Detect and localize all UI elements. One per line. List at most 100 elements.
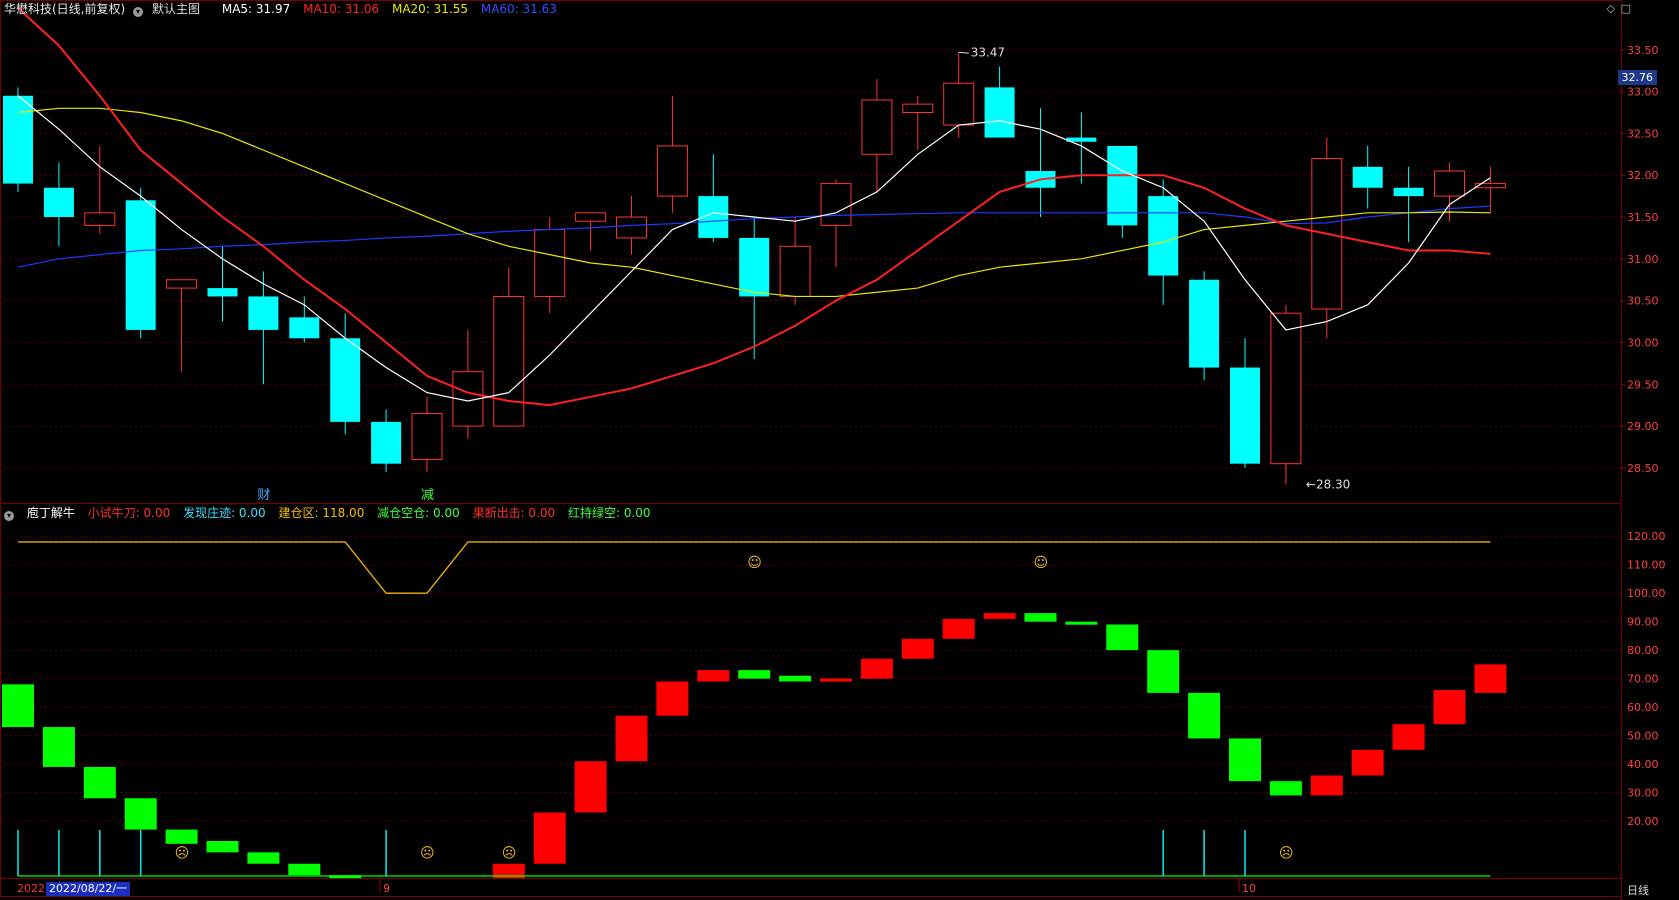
- chevron-down-icon[interactable]: ▾: [4, 511, 14, 521]
- sub-tick-label: 80.00: [1627, 644, 1659, 657]
- red-trend-block: [1310, 775, 1343, 796]
- frown-face-icon: ☹: [502, 845, 517, 861]
- candle-body-down: [207, 288, 238, 297]
- candle-body-down: [1148, 196, 1179, 276]
- green-trend-block: [2, 684, 34, 728]
- month-label: 10: [1242, 882, 1256, 895]
- sub-pane-frame: [0, 503, 1622, 897]
- green-trend-block: [83, 766, 116, 799]
- price-tick-label: 29.00: [1627, 420, 1659, 433]
- green-trend-block: [1106, 624, 1139, 651]
- ma5-value: MA5: 31.97: [221, 2, 291, 16]
- stock-chart-canvas[interactable]: 33.50 33.00 32.50 32.00 31.50 31.00 30.50 30.00…: [0, 0, 1679, 900]
- frown-face-icon: ☹: [1279, 845, 1294, 861]
- high-price-label: 33.47: [971, 45, 1005, 59]
- candle-body-down: [984, 87, 1015, 138]
- indicator-fxzj: 发现庄迹: 0.00: [183, 506, 266, 520]
- event-marker: 财: [257, 488, 270, 503]
- red-trend-block: [697, 670, 730, 682]
- candle-body-up: [861, 99, 893, 155]
- candle-body-up: [1434, 170, 1465, 197]
- indicator-name[interactable]: 庖丁解牛: [27, 506, 75, 520]
- green-trend-block: [206, 840, 239, 853]
- ma20-value: MA20: 31.55: [391, 2, 469, 16]
- sub-tick-label: 100.00: [1627, 587, 1666, 600]
- smile-face-icon: ☺: [1034, 555, 1049, 571]
- red-trend-block: [533, 812, 566, 864]
- candle-body-up: [656, 145, 688, 197]
- candle-body-down: [330, 338, 361, 422]
- green-trend-block: [738, 670, 771, 679]
- candle-body-up: [1270, 312, 1302, 465]
- candle-body-up: [493, 295, 525, 427]
- red-trend-block: [983, 613, 1016, 619]
- red-trend-block: [1392, 724, 1425, 750]
- candle-body-down: [739, 237, 770, 297]
- red-trend-block: [1433, 690, 1466, 725]
- candle-body-down: [1352, 166, 1383, 188]
- price-tick-label: 33.00: [1627, 86, 1659, 99]
- ma10-line: [17, 7, 1491, 407]
- chevron-down-icon[interactable]: ▾: [133, 7, 144, 17]
- frown-face-icon: ☹: [420, 845, 435, 861]
- frown-face-icon: ☹: [175, 845, 190, 861]
- green-trend-block: [1269, 781, 1302, 796]
- low-price-label: ←28.30: [1306, 478, 1350, 492]
- candle-body-down: [125, 200, 156, 330]
- price-tick-label: 33.50: [1627, 44, 1659, 57]
- green-trend-block: [1065, 621, 1098, 625]
- candle-body-down: [43, 187, 74, 218]
- red-trend-block: [574, 761, 607, 813]
- sub-tick-label: 60.00: [1627, 701, 1659, 714]
- candle-body-down: [248, 296, 279, 330]
- price-tick-label: 28.50: [1627, 462, 1659, 475]
- candle-body-down: [1107, 145, 1138, 226]
- main-pane-frame: [0, 0, 1622, 504]
- period-button[interactable]: 日线: [1627, 882, 1649, 898]
- candle-body-down: [3, 95, 33, 184]
- candle-body-up: [902, 103, 934, 113]
- sub-tick-label: 50.00: [1627, 730, 1659, 743]
- price-tick-label: 30.00: [1627, 336, 1659, 349]
- green-trend-block: [779, 675, 812, 682]
- sub-tick-label: 120.00: [1627, 530, 1666, 543]
- diamond-icon[interactable]: ◇: [1607, 2, 1615, 15]
- square-icon[interactable]: □: [1621, 2, 1631, 15]
- stock-title[interactable]: 华懋科技(日线,前复权): [4, 2, 125, 16]
- sub-tick-label: 110.00: [1627, 559, 1666, 572]
- candle-body-up: [820, 183, 852, 226]
- candle-body-up: [84, 212, 116, 226]
- red-trend-block: [860, 658, 893, 679]
- sub-tick-label: 20.00: [1627, 815, 1659, 828]
- green-trend-block: [1147, 650, 1180, 693]
- month-label: 9: [383, 882, 390, 895]
- red-trend-block: [942, 618, 975, 639]
- event-marker: 减: [421, 488, 434, 503]
- ma10-value: MA10: 31.06: [303, 2, 380, 16]
- year-label: 2022: [17, 882, 45, 895]
- candle-body-up: [616, 216, 647, 239]
- green-trend-block: [124, 798, 157, 830]
- red-trend-block: [1351, 749, 1384, 776]
- candle-body-up: [943, 82, 975, 126]
- red-trend-block: [656, 681, 689, 716]
- red-trend-block: [901, 638, 934, 659]
- current-price-tag: 32.76: [1617, 70, 1657, 85]
- price-tick-label: 31.50: [1627, 211, 1659, 224]
- cursor-date: 2022/08/22/一: [46, 882, 131, 896]
- candle-body-up: [575, 212, 607, 222]
- template-selector[interactable]: ▾ 默认主图: [133, 2, 209, 17]
- smile-face-icon: ☺: [747, 555, 762, 571]
- price-tick-label: 29.50: [1627, 378, 1659, 391]
- main-chart-header: 华懋科技(日线,前复权) ▾ 默认主图 MA5: 31.97 MA10: 31.0…: [0, 0, 566, 18]
- indicator-jcq: 建仓区: 118.00: [278, 506, 365, 520]
- green-trend-block: [1188, 692, 1221, 739]
- sub-tick-label: 70.00: [1627, 673, 1659, 686]
- green-trend-block: [247, 852, 280, 864]
- red-trend-block: [615, 715, 648, 762]
- candle-body-down: [1189, 279, 1220, 368]
- high-pointer: [958, 51, 969, 54]
- candle-body-up: [411, 413, 443, 461]
- price-tick-label: 30.50: [1627, 295, 1659, 308]
- candle-body-up: [534, 229, 566, 297]
